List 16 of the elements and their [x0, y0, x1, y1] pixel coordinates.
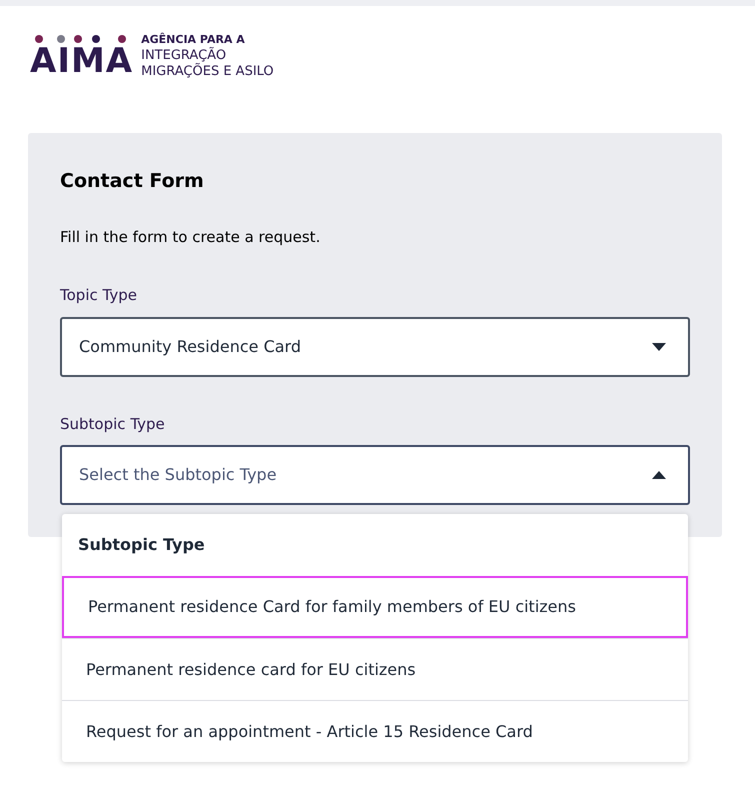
logo-mark: AIMA	[30, 44, 134, 78]
caret-up-icon	[652, 471, 666, 479]
dropdown-option[interactable]: Request for an appointment - Article 15 Residence Card	[62, 700, 688, 762]
logo-text: MIGRAÇÕES E ASILO	[141, 64, 274, 80]
select-field[interactable]: Community Residence Card	[60, 316, 690, 376]
caret-down-icon	[652, 342, 666, 350]
form-intro: Fill in the form to create a request.	[60, 226, 322, 248]
logo-text: AGÊNCIA PARA A	[141, 32, 246, 47]
form-title: Contact Form	[60, 169, 205, 194]
dropdown-option[interactable]: Permanent residence card for EU citizens	[62, 638, 688, 700]
dropdown-option[interactable]: Permanent residence Card for family members of EU citizens	[62, 576, 688, 638]
field-label: Subtopic Type	[60, 414, 166, 434]
field-label: Topic Type	[60, 285, 138, 306]
select-field[interactable]: Select the Subtopic Type	[60, 445, 690, 505]
dropdown-header: Subtopic Type	[77, 534, 206, 556]
logo-text: INTEGRAÇÃO	[141, 48, 228, 63]
